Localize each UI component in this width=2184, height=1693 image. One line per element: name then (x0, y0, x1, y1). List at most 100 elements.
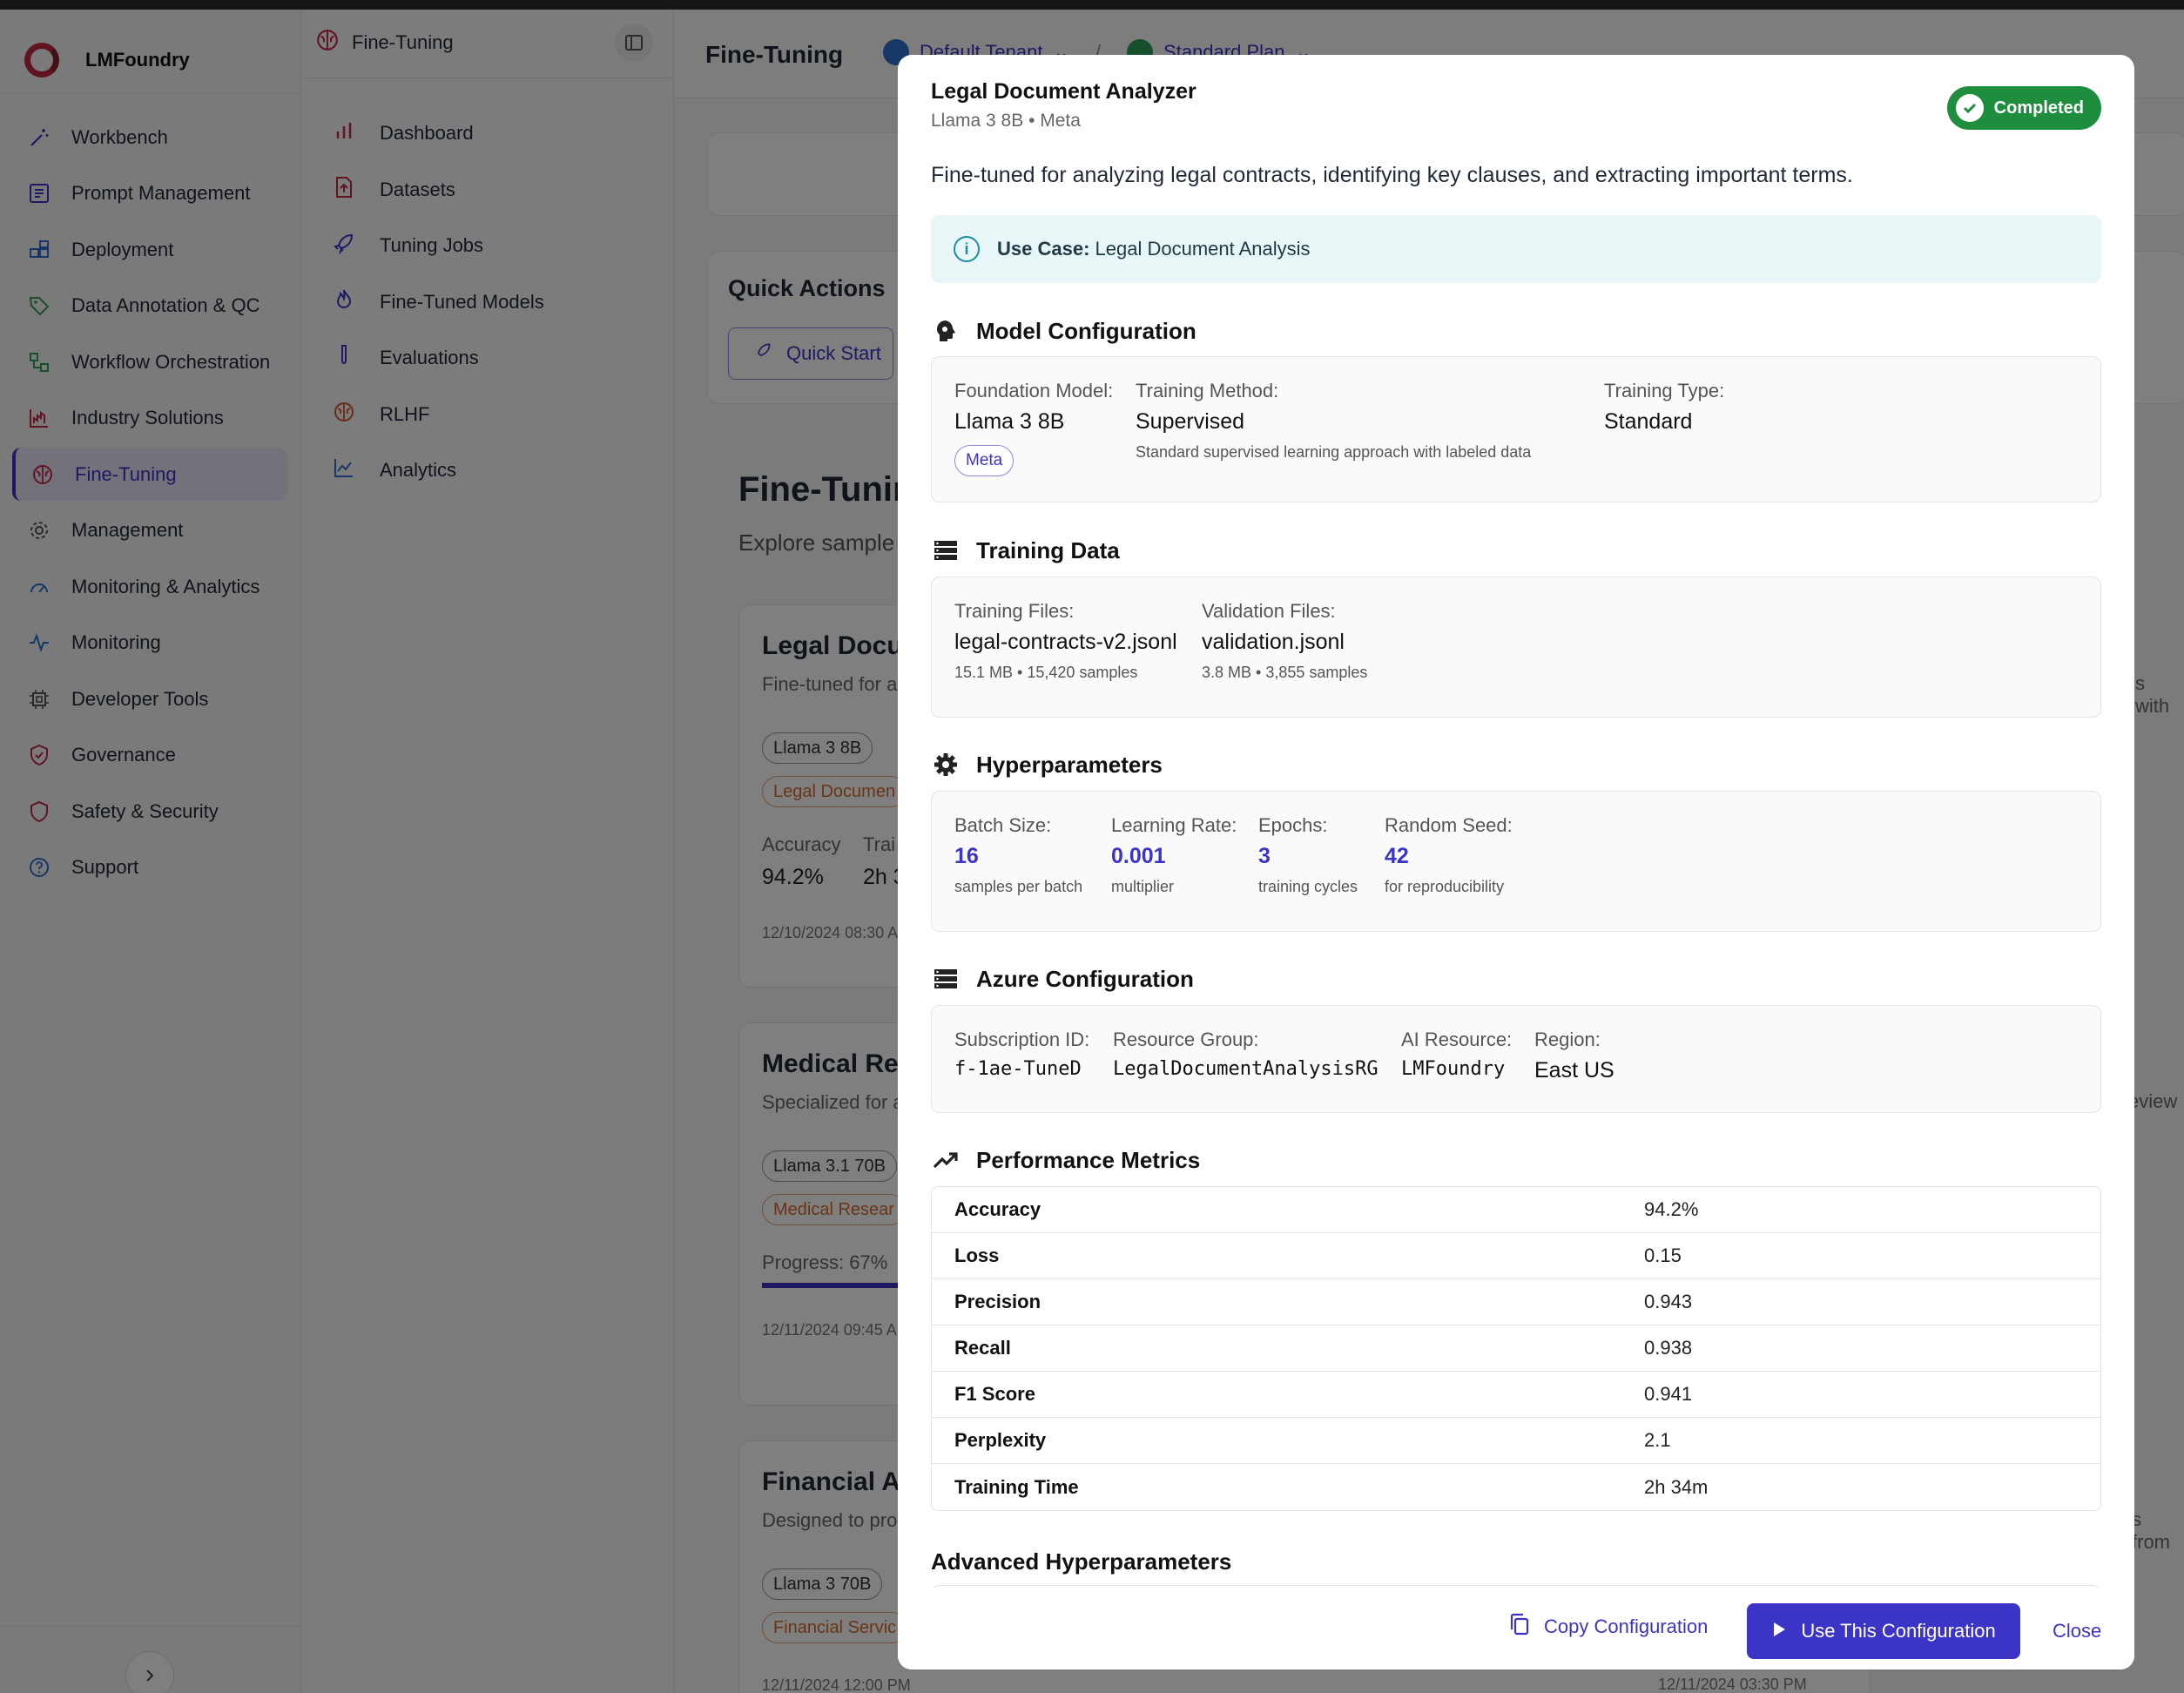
field-label: AI Resource: (1401, 1029, 1513, 1050)
storage-icon (931, 536, 961, 565)
azure-config-box: Subscription ID: f-1ae-TuneD Resource Gr… (931, 1005, 2101, 1113)
epochs: Epochs: 3 training cycles (1258, 814, 1358, 896)
field-value: validation.jsonl (1202, 630, 1345, 654)
section-title: Model Configuration (976, 317, 1196, 344)
table-row: Precision 0.943 (932, 1279, 2100, 1325)
copy-configuration-button[interactable]: Copy Configuration (1507, 1601, 1708, 1653)
field-label: Epochs: (1258, 814, 1328, 836)
field-label: Validation Files: (1202, 600, 1336, 622)
play-icon (1771, 1620, 1787, 1642)
model-config-box: Foundation Model: Llama 3 8B Meta Traini… (931, 356, 2101, 503)
metric-value: 0.15 (1644, 1244, 1682, 1266)
metric-name: Training Time (954, 1475, 1079, 1498)
table-row: Recall 0.938 (932, 1325, 2100, 1372)
metric-value: 2h 34m (1644, 1475, 1709, 1498)
advanced-hyperparameters-heading: Advanced Hyperparameters (931, 1548, 1232, 1575)
table-row: Training Time 2h 34m (932, 1464, 2100, 1510)
field-note: Standard supervised learning approach wi… (1136, 443, 1532, 461)
field-label: Learning Rate: (1111, 814, 1237, 836)
metric-name: Precision (954, 1291, 1041, 1312)
region: Region: East US (1534, 1029, 1614, 1083)
training-data-heading: Training Data (931, 536, 1120, 565)
use-case-value: Legal Document Analysis (1095, 238, 1311, 260)
field-value: 42 (1385, 844, 1409, 868)
field-note: samples per batch (954, 878, 1083, 895)
field-note: multiplier (1111, 878, 1175, 895)
section-title: Performance Metrics (976, 1146, 1201, 1173)
status-label: Completed (1993, 98, 2084, 118)
button-label: Use This Configuration (1801, 1620, 1996, 1642)
provider-chip: Meta (954, 445, 1014, 476)
use-case-banner: i Use Case: Legal Document Analysis (931, 215, 2101, 283)
section-title: Training Data (976, 536, 1120, 563)
training-type: Training Type: Standard (1604, 380, 1724, 435)
subscription-id: Subscription ID: f-1ae-TuneD (954, 1029, 1089, 1080)
metric-value: 94.2% (1644, 1198, 1699, 1220)
copy-icon (1507, 1612, 1532, 1642)
modal-description: Fine-tuned for analyzing legal contracts… (931, 163, 1853, 187)
button-label: Copy Configuration (1544, 1615, 1709, 1637)
modal-subtitle: Llama 3 8B • Meta (931, 111, 1081, 131)
table-row: Accuracy 94.2% (932, 1187, 2100, 1233)
use-case-label: Use Case: (997, 238, 1090, 260)
field-value: LMFoundry (1401, 1058, 1506, 1080)
training-method: Training Method: Supervised Standard sup… (1136, 380, 1531, 462)
field-value: 0.001 (1111, 844, 1166, 868)
metric-value: 0.941 (1644, 1383, 1693, 1405)
info-icon: i (954, 236, 980, 262)
metric-name: Perplexity (954, 1429, 1047, 1451)
section-title: Azure Configuration (976, 965, 1194, 992)
field-value: East US (1534, 1058, 1614, 1083)
performance-heading: Performance Metrics (931, 1145, 1200, 1175)
random-seed: Random Seed: 42 for reproducibility (1385, 814, 1513, 896)
table-row: F1 Score 0.941 (932, 1372, 2100, 1418)
training-files: Training Files: legal-contracts-v2.jsonl… (954, 600, 1177, 682)
metric-name: F1 Score (954, 1383, 1035, 1405)
field-value: Llama 3 8B (954, 409, 1065, 434)
training-data-box: Training Files: legal-contracts-v2.jsonl… (931, 577, 2101, 718)
trending-up-icon (931, 1145, 961, 1175)
field-value: LegalDocumentAnalysisRG (1113, 1058, 1378, 1080)
gear-icon (931, 750, 961, 779)
metric-name: Accuracy (954, 1198, 1041, 1220)
field-label: Batch Size: (954, 814, 1052, 836)
foundation-model: Foundation Model: Llama 3 8B Meta (954, 380, 1113, 476)
check-circle-icon (1955, 94, 1984, 122)
hyperparameters-heading: Hyperparameters (931, 750, 1163, 779)
storage-icon (931, 964, 961, 994)
field-note: 15.1 MB • 15,420 samples (954, 664, 1138, 681)
field-label: Training Method: (1136, 380, 1279, 401)
use-configuration-button[interactable]: Use This Configuration (1747, 1603, 2020, 1659)
metric-value: 2.1 (1644, 1429, 1671, 1451)
field-value: Supervised (1136, 409, 1245, 434)
batch-size: Batch Size: 16 samples per batch (954, 814, 1082, 896)
field-note: for reproducibility (1385, 878, 1505, 895)
metric-name: Recall (954, 1337, 1011, 1359)
field-label: Random Seed: (1385, 814, 1513, 836)
field-label: Training Type: (1604, 380, 1725, 401)
performance-table: Accuracy 94.2% Loss 0.15 Precision 0.943 Re… (931, 1186, 2101, 1511)
field-label: Training Files: (954, 600, 1075, 622)
close-button[interactable]: Close (2053, 1603, 2101, 1659)
metric-value: 0.938 (1644, 1337, 1693, 1359)
field-note: training cycles (1258, 878, 1358, 895)
table-row: Perplexity 2.1 (932, 1418, 2100, 1464)
button-label: Close (2053, 1620, 2102, 1642)
field-value: 16 (954, 844, 979, 868)
metric-name: Loss (954, 1244, 1000, 1266)
field-value: legal-contracts-v2.jsonl (954, 630, 1177, 654)
hyperparameters-box: Batch Size: 16 samples per batch Learnin… (931, 791, 2101, 932)
field-label: Region: (1534, 1029, 1601, 1050)
modal-title: Legal Document Analyzer (931, 79, 1196, 104)
field-value: f-1ae-TuneD (954, 1058, 1082, 1080)
status-badge: Completed (1946, 86, 2101, 130)
table-row: Loss 0.15 (932, 1233, 2100, 1279)
field-label: Resource Group: (1113, 1029, 1259, 1050)
model-config-heading: Model Configuration (931, 316, 1196, 346)
field-value: 3 (1258, 844, 1271, 868)
head-gear-icon (931, 316, 961, 346)
model-details-modal: Legal Document Analyzer Llama 3 8B • Met… (898, 55, 2134, 1669)
resource-group: Resource Group: LegalDocumentAnalysisRG (1113, 1029, 1378, 1080)
metric-value: 0.943 (1644, 1291, 1693, 1312)
learning-rate: Learning Rate: 0.001 multiplier (1111, 814, 1237, 896)
